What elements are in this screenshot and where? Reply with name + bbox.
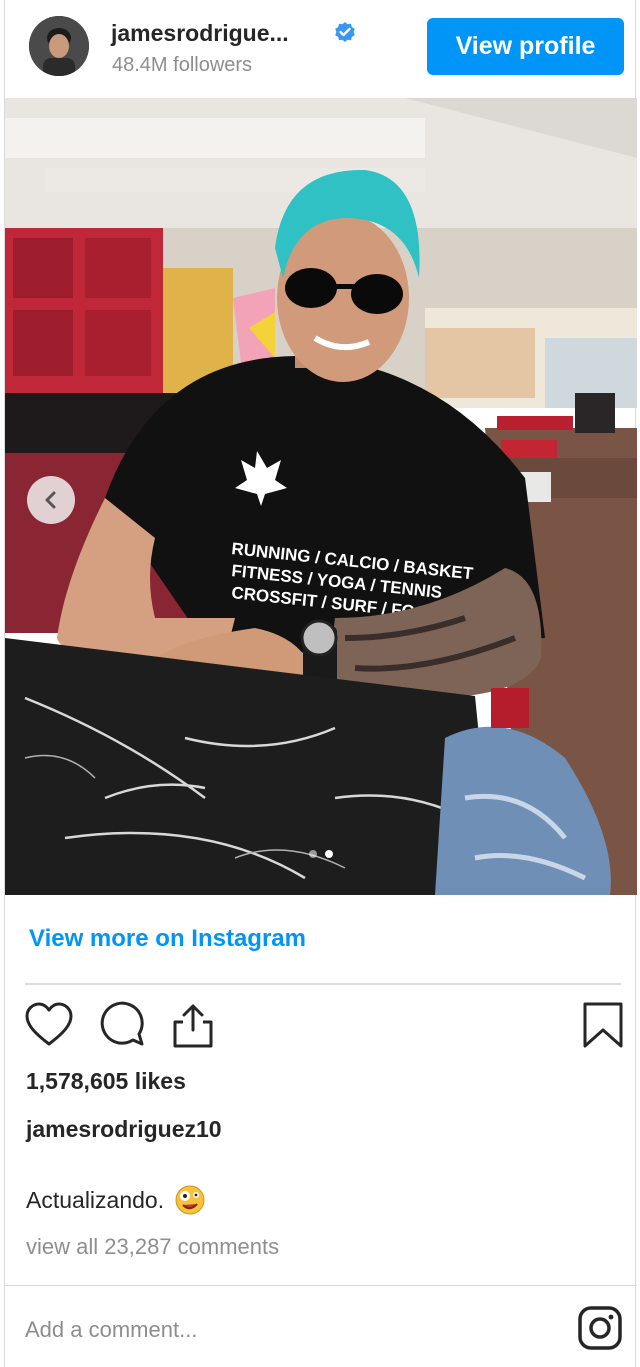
divider xyxy=(5,1285,637,1286)
divider xyxy=(25,983,621,985)
likes-count[interactable]: 1,578,605 likes xyxy=(26,1068,186,1095)
carousel-dot xyxy=(309,850,317,858)
heart-icon[interactable] xyxy=(23,1000,75,1052)
add-comment-input[interactable] xyxy=(25,1310,545,1350)
username[interactable]: jamesrodrigue... xyxy=(111,20,289,47)
verified-badge-icon xyxy=(333,21,357,45)
carousel-dots xyxy=(5,850,637,858)
avatar[interactable] xyxy=(29,16,89,76)
view-more-link[interactable]: View more on Instagram xyxy=(29,925,306,953)
view-profile-button[interactable]: View profile xyxy=(427,18,624,75)
previous-photo-button[interactable] xyxy=(27,476,75,524)
chevron-left-icon xyxy=(45,491,56,509)
view-all-comments-link[interactable]: view all 23,287 comments xyxy=(26,1234,279,1260)
caption-text: Actualizando. xyxy=(26,1186,165,1213)
bookmark-icon[interactable] xyxy=(577,1000,629,1052)
carousel-dot-active xyxy=(325,850,333,858)
instagram-embed-card: jamesrodrigue... 48.4M followers View pr… xyxy=(4,0,637,1367)
share-icon[interactable] xyxy=(167,1000,219,1052)
post-photo[interactable]: RUNNING / CALCIO / BASKET FITNESS / YOGA… xyxy=(5,98,637,895)
post-header: jamesrodrigue... 48.4M followers View pr… xyxy=(5,0,637,98)
instagram-icon[interactable] xyxy=(577,1305,623,1351)
post-owner[interactable]: jamesrodriguez10 xyxy=(26,1116,222,1143)
emoji-icon xyxy=(175,1185,205,1215)
caption: Actualizando. xyxy=(26,1184,206,1216)
comment-icon[interactable] xyxy=(95,1000,147,1052)
followers-count: 48.4M followers xyxy=(112,54,253,76)
